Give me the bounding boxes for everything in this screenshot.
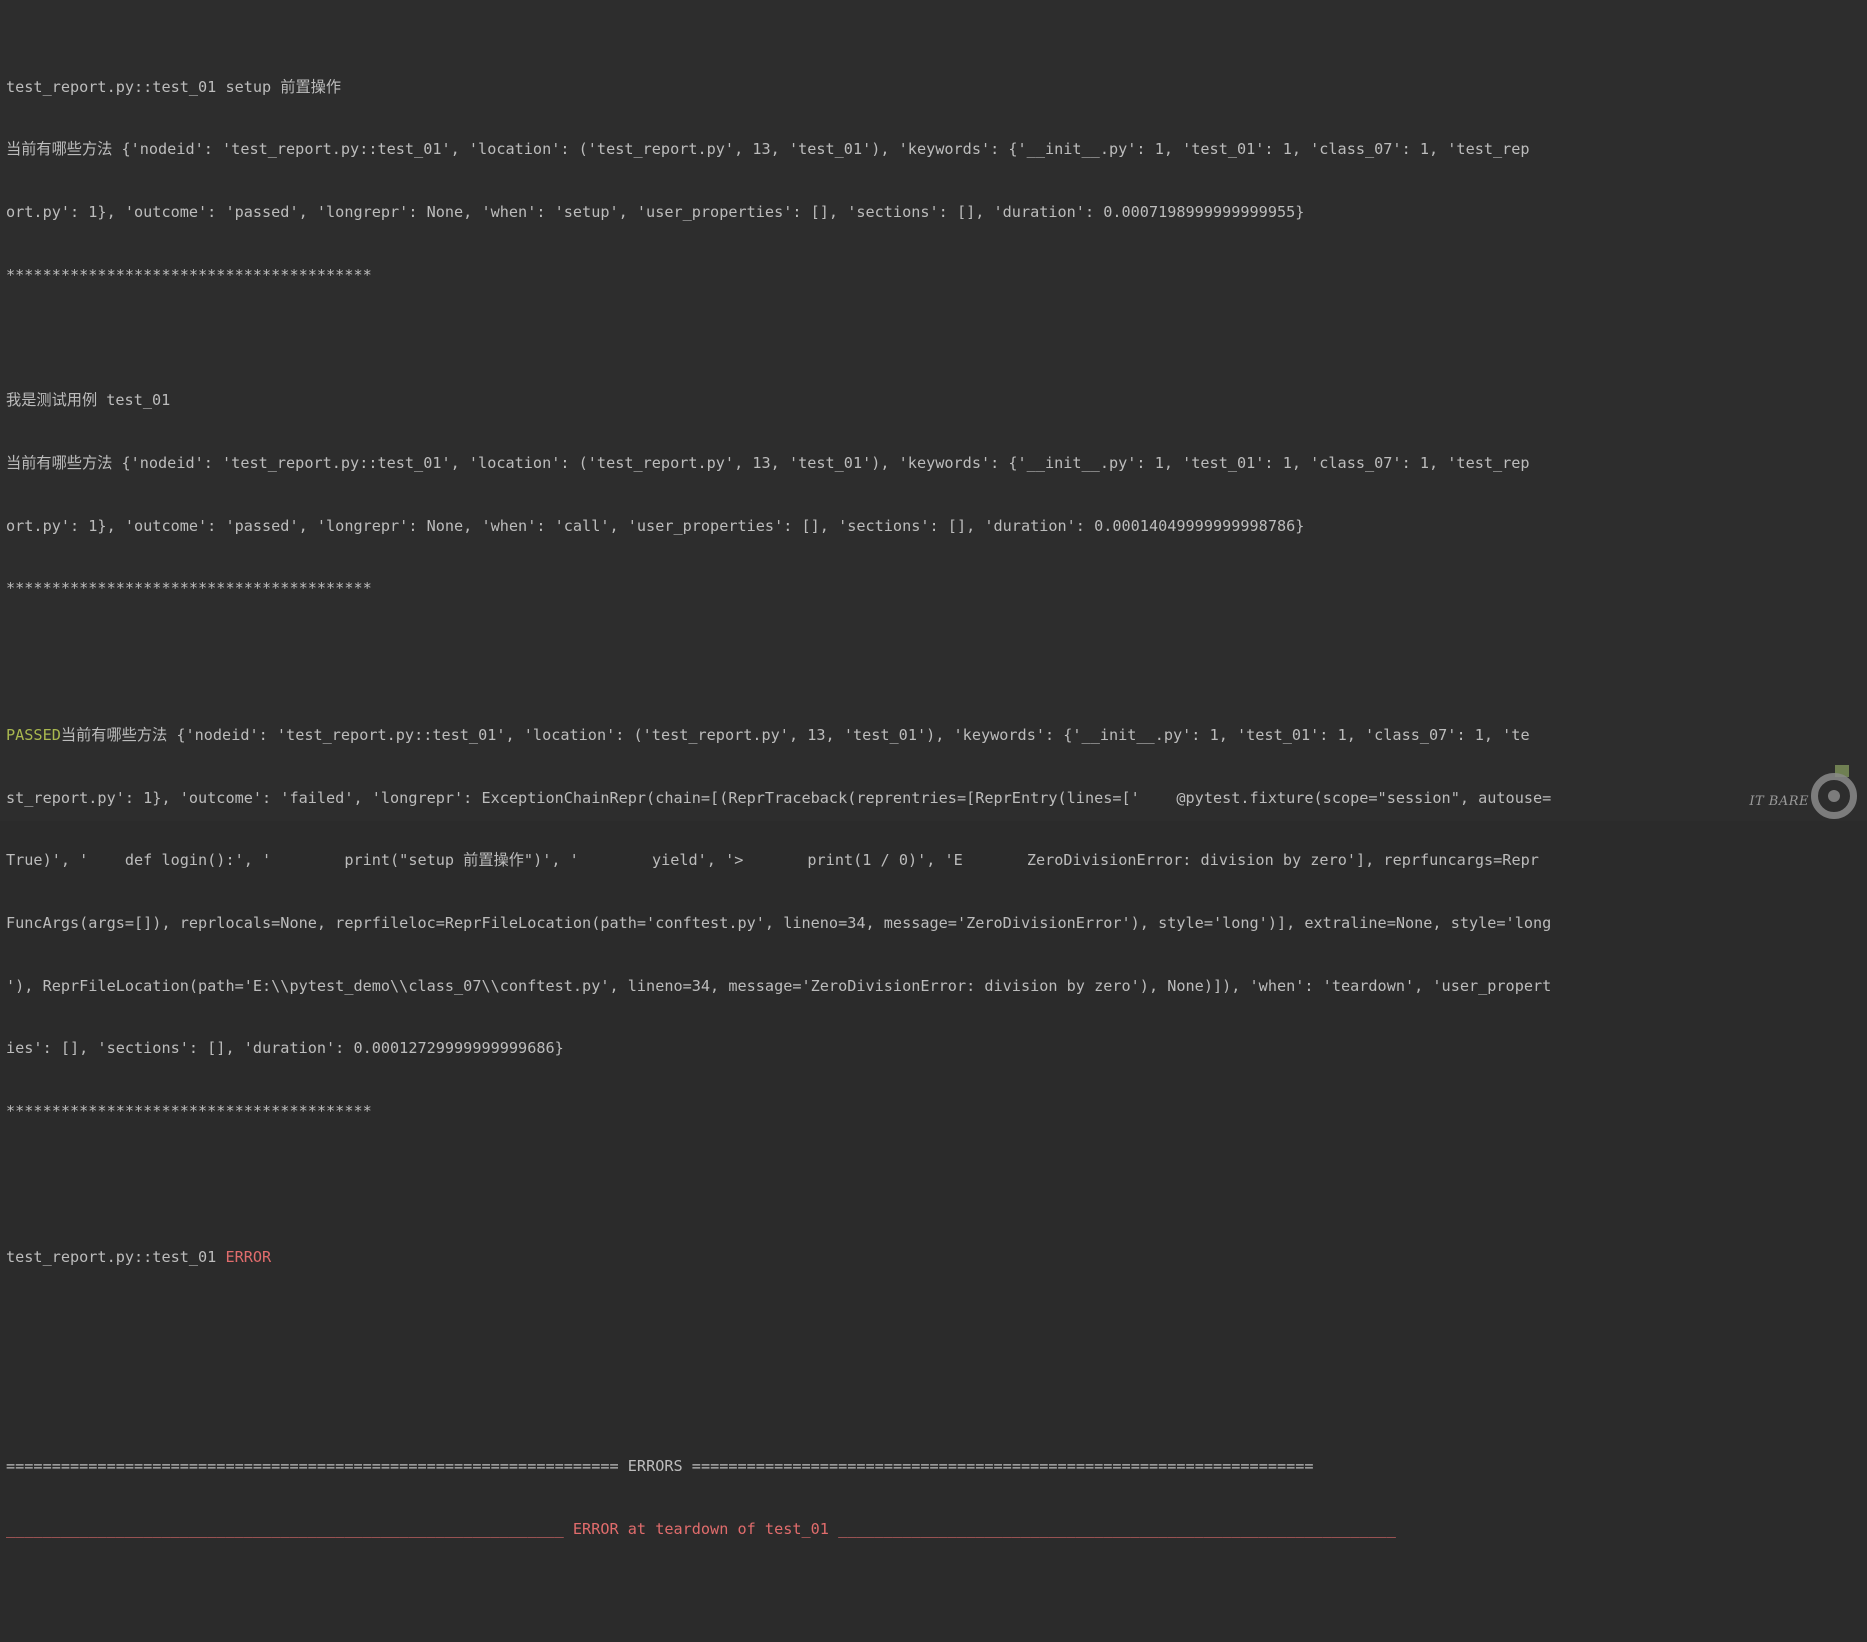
terminal-line: test_report.py::test_01 setup 前置操作 <box>6 77 1867 98</box>
passed-status: PASSED <box>6 725 61 744</box>
line-text: **************************************** <box>6 1102 372 1121</box>
line-text: st_report.py': 1}, 'outcome': 'failed', … <box>6 788 1552 807</box>
line-text: 我是测试用例 test_01 <box>6 391 171 410</box>
terminal-line: True)', ' def login():', ' print("setup … <box>6 850 1867 871</box>
terminal-separator-stars: **************************************** <box>6 265 1867 286</box>
terminal-line-passed: PASSED当前有哪些方法 {'nodeid': 'test_report.py… <box>6 725 1867 746</box>
line-text: '), ReprFileLocation(path='E:\\pytest_de… <box>6 976 1552 995</box>
line-text: 当前有哪些方法 {'nodeid': 'test_report.py::test… <box>6 454 1530 473</box>
separator-underscore-left: ________________________________________… <box>6 1520 573 1539</box>
terminal-line: st_report.py': 1}, 'outcome': 'failed', … <box>6 788 1867 809</box>
separator-equals-left: ========================================… <box>6 1457 628 1476</box>
error-teardown-header: ________________________________________… <box>6 1519 1867 1540</box>
terminal-line: ort.py': 1}, 'outcome': 'passed', 'longr… <box>6 516 1867 537</box>
line-text: ort.py': 1}, 'outcome': 'passed', 'longr… <box>6 203 1305 222</box>
separator-underscore-right: ________________________________________… <box>828 1520 1396 1539</box>
test-node-id: test_report.py::test_01 <box>6 1248 226 1267</box>
terminal-line: ies': [], 'sections': [], 'duration': 0.… <box>6 1038 1867 1059</box>
errors-header-title: ERRORS <box>627 1457 683 1476</box>
terminal-line: 当前有哪些方法 {'nodeid': 'test_report.py::test… <box>6 453 1867 474</box>
watermark-badge-icon <box>1835 765 1849 777</box>
error-status: ERROR <box>225 1248 272 1267</box>
separator-equals-right: ========================================… <box>682 1457 1314 1476</box>
line-text: True)', ' def login():', ' print("setup … <box>6 851 1539 870</box>
terminal-line-error-status: test_report.py::test_01 ERROR <box>6 1247 1867 1268</box>
line-text: test_report.py::test_01 setup 前置操作 <box>6 77 342 96</box>
terminal-line: ort.py': 1}, 'outcome': 'passed', 'longr… <box>6 202 1867 223</box>
line-text: ort.py': 1}, 'outcome': 'passed', 'longr… <box>6 516 1305 535</box>
line-text: **************************************** <box>6 265 372 284</box>
errors-section-header: ========================================… <box>6 1456 1867 1477</box>
line-text: **************************************** <box>6 579 372 598</box>
terminal-output: test_report.py::test_01 setup 前置操作 当前有哪些… <box>0 0 1867 1538</box>
terminal-separator-stars: **************************************** <box>6 578 1867 599</box>
line-text: FuncArgs(args=[]), reprlocals=None, repr… <box>6 913 1552 932</box>
line-text: ies': [], 'sections': [], 'duration': 0.… <box>6 1039 564 1058</box>
line-text: 当前有哪些方法 {'nodeid': 'test_report.py::test… <box>6 140 1530 159</box>
terminal-line: '), ReprFileLocation(path='E:\\pytest_de… <box>6 976 1867 997</box>
line-text: 当前有哪些方法 {'nodeid': 'test_report.py::test… <box>60 725 1530 744</box>
terminal-line: FuncArgs(args=[]), reprlocals=None, repr… <box>6 913 1867 934</box>
terminal-separator-stars: **************************************** <box>6 1101 1867 1122</box>
terminal-line: 当前有哪些方法 {'nodeid': 'test_report.py::test… <box>6 139 1867 160</box>
error-teardown-title: ERROR at teardown of test_01 <box>572 1520 829 1539</box>
terminal-line: 我是测试用例 test_01 <box>6 390 1867 411</box>
